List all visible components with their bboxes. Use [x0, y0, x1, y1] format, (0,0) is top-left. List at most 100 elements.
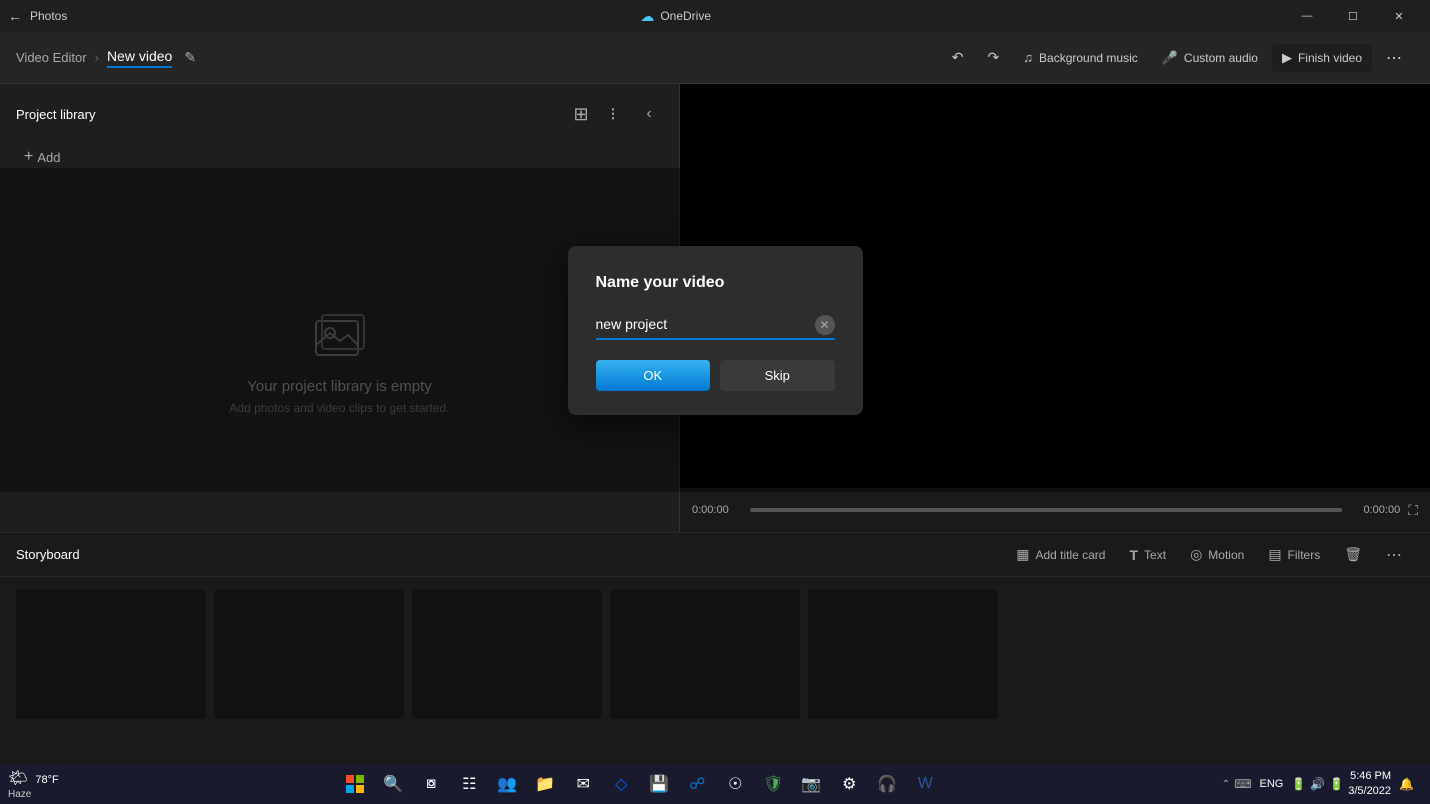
title-card-icon: ▦ [1016, 546, 1029, 563]
breadcrumb-video-editor[interactable]: Video Editor [16, 50, 87, 65]
back-icon[interactable]: ← [8, 8, 22, 24]
search-button[interactable]: 🔍 [375, 766, 411, 802]
settings-button[interactable]: ⚙ [831, 766, 867, 802]
minimize-button[interactable]: — [1284, 0, 1330, 32]
text-label: Text [1144, 548, 1166, 562]
panel-title: Project library [16, 107, 95, 122]
ok-button[interactable]: OK [596, 360, 711, 391]
filters-label: Filters [1288, 548, 1321, 562]
audio-icon: 🎤 [1162, 50, 1178, 66]
weather-temp: 78°F [35, 774, 58, 786]
undo-button[interactable]: ↶ [942, 43, 974, 72]
undo-icon: ↶ [952, 49, 964, 66]
motion-label: Motion [1208, 548, 1244, 562]
list-view-button[interactable]: ⁝ [599, 100, 627, 128]
delete-button[interactable]: 🗑 [1334, 541, 1372, 568]
clock-time: 5:46 PM [1348, 769, 1391, 784]
keyboard-icon[interactable]: ⌨ [1234, 777, 1251, 791]
modal-overlay: Name your video ✕ OK Skip [0, 168, 1430, 492]
expand-icon[interactable]: ⛶ [1408, 502, 1418, 519]
skip-button[interactable]: Skip [720, 360, 835, 391]
custom-audio-label: Custom audio [1184, 51, 1258, 65]
onedrive-label: OneDrive [660, 9, 711, 23]
toolbar-actions: ↶ ↷ ♫ Background music 🎤 Custom audio ▶ … [942, 42, 1414, 74]
storyboard-more-button[interactable]: ⋯ [1376, 540, 1414, 570]
add-title-card-button[interactable]: ▦ Add title card [1006, 541, 1115, 568]
redo-icon: ↷ [988, 49, 1000, 66]
modal-title: Name your video [596, 274, 835, 292]
finish-video-button[interactable]: ▶ Finish video [1272, 44, 1372, 72]
clip-slot-3[interactable] [412, 589, 602, 719]
bg-music-label: Background music [1039, 51, 1138, 65]
clip-slot-2[interactable] [214, 589, 404, 719]
edge-icon: ☍ [689, 774, 705, 794]
chrome-button[interactable]: ☉ [717, 766, 753, 802]
dropbox-icon: ◇ [615, 774, 627, 794]
battery-icon[interactable]: 🔋 [1329, 777, 1344, 791]
mail-button[interactable]: ✉ [565, 766, 601, 802]
motion-button[interactable]: ◎ Motion [1180, 541, 1254, 568]
text-button[interactable]: T Text [1119, 542, 1176, 568]
clip-slot-1[interactable] [16, 589, 206, 719]
dropbox-button[interactable]: ◇ [603, 766, 639, 802]
photos-button[interactable]: 📷 [793, 766, 829, 802]
volume-icon[interactable]: 🔊 [1310, 777, 1325, 791]
filter-icon: ▤ [1268, 546, 1281, 563]
maximize-button[interactable]: ☐ [1330, 0, 1376, 32]
taskbar-weather: 🌤 78°F Haze [8, 768, 59, 800]
edit-icon[interactable]: ✎ [184, 49, 196, 66]
app1-button[interactable]: 💾 [641, 766, 677, 802]
file-explorer-button[interactable]: 📁 [527, 766, 563, 802]
taskbar-clock[interactable]: 5:46 PM 3/5/2022 [1348, 769, 1391, 800]
taskbar: 🌤 78°F Haze 🔍 ⧇ ☷ 👥 📁 [0, 764, 1430, 804]
grid-view-button[interactable]: ⊞ [567, 100, 595, 128]
custom-audio-button[interactable]: 🎤 Custom audio [1152, 44, 1268, 72]
onedrive-icon: ☁ [640, 8, 654, 25]
word-button[interactable]: W [907, 766, 943, 802]
start-button[interactable] [337, 766, 373, 802]
weather-desc: Haze [8, 789, 31, 800]
taskview-icon: ⧇ [426, 775, 436, 793]
video-controls: 0:00:00 0:00:00 ⛶ [680, 488, 1430, 532]
time-end: 0:00:00 [1350, 504, 1400, 516]
background-music-button[interactable]: ♫ Background music [1013, 44, 1147, 71]
video-name-input[interactable] [596, 310, 835, 340]
modal-input-wrapper: ✕ [596, 310, 835, 340]
taskview-button[interactable]: ⧇ [413, 766, 449, 802]
app3-icon: 🎧 [877, 774, 897, 794]
finish-icon: ▶ [1282, 50, 1292, 66]
teams-button[interactable]: 👥 [489, 766, 525, 802]
text-icon: T [1129, 547, 1138, 563]
edge-button[interactable]: ☍ [679, 766, 715, 802]
app2-button[interactable]: 🛡 [755, 766, 791, 802]
progress-bar[interactable] [750, 508, 1342, 512]
name-video-dialog: Name your video ✕ OK Skip [568, 246, 863, 415]
title-bar-controls: — ☐ ✕ [1284, 0, 1422, 32]
chevron-up-icon[interactable]: ⌃ [1222, 779, 1230, 790]
redo-button[interactable]: ↷ [978, 43, 1010, 72]
more-options-button[interactable]: ⋯ [1376, 42, 1414, 74]
close-button[interactable]: ✕ [1376, 0, 1422, 32]
teams-icon: 👥 [497, 774, 517, 794]
widgets-button[interactable]: ☷ [451, 766, 487, 802]
add-button[interactable]: + Add [16, 144, 663, 170]
clip-slot-5[interactable] [808, 589, 998, 719]
storyboard-clips [0, 577, 1430, 753]
clip-slot-4[interactable] [610, 589, 800, 719]
notification-icon[interactable]: 🔔 [1399, 777, 1414, 791]
storyboard-actions: ▦ Add title card T Text ◎ Motion ▤ Filte… [1006, 540, 1414, 570]
clear-input-button[interactable]: ✕ [815, 315, 835, 335]
app2-icon: 🛡 [763, 774, 783, 794]
clock-date: 3/5/2022 [1348, 784, 1391, 799]
storyboard-title: Storyboard [16, 547, 80, 562]
music-icon: ♫ [1023, 50, 1033, 65]
app-title: Photos [30, 9, 67, 23]
app3-button[interactable]: 🎧 [869, 766, 905, 802]
filters-button[interactable]: ▤ Filters [1258, 541, 1330, 568]
photos-icon: 📷 [801, 774, 821, 794]
wifi-icon[interactable]: 🔋 [1291, 777, 1306, 791]
video-title: New video [107, 48, 172, 68]
collapse-button[interactable]: ‹ [635, 100, 663, 128]
title-bar-left: ← Photos [8, 8, 67, 24]
finish-video-label: Finish video [1298, 51, 1362, 65]
